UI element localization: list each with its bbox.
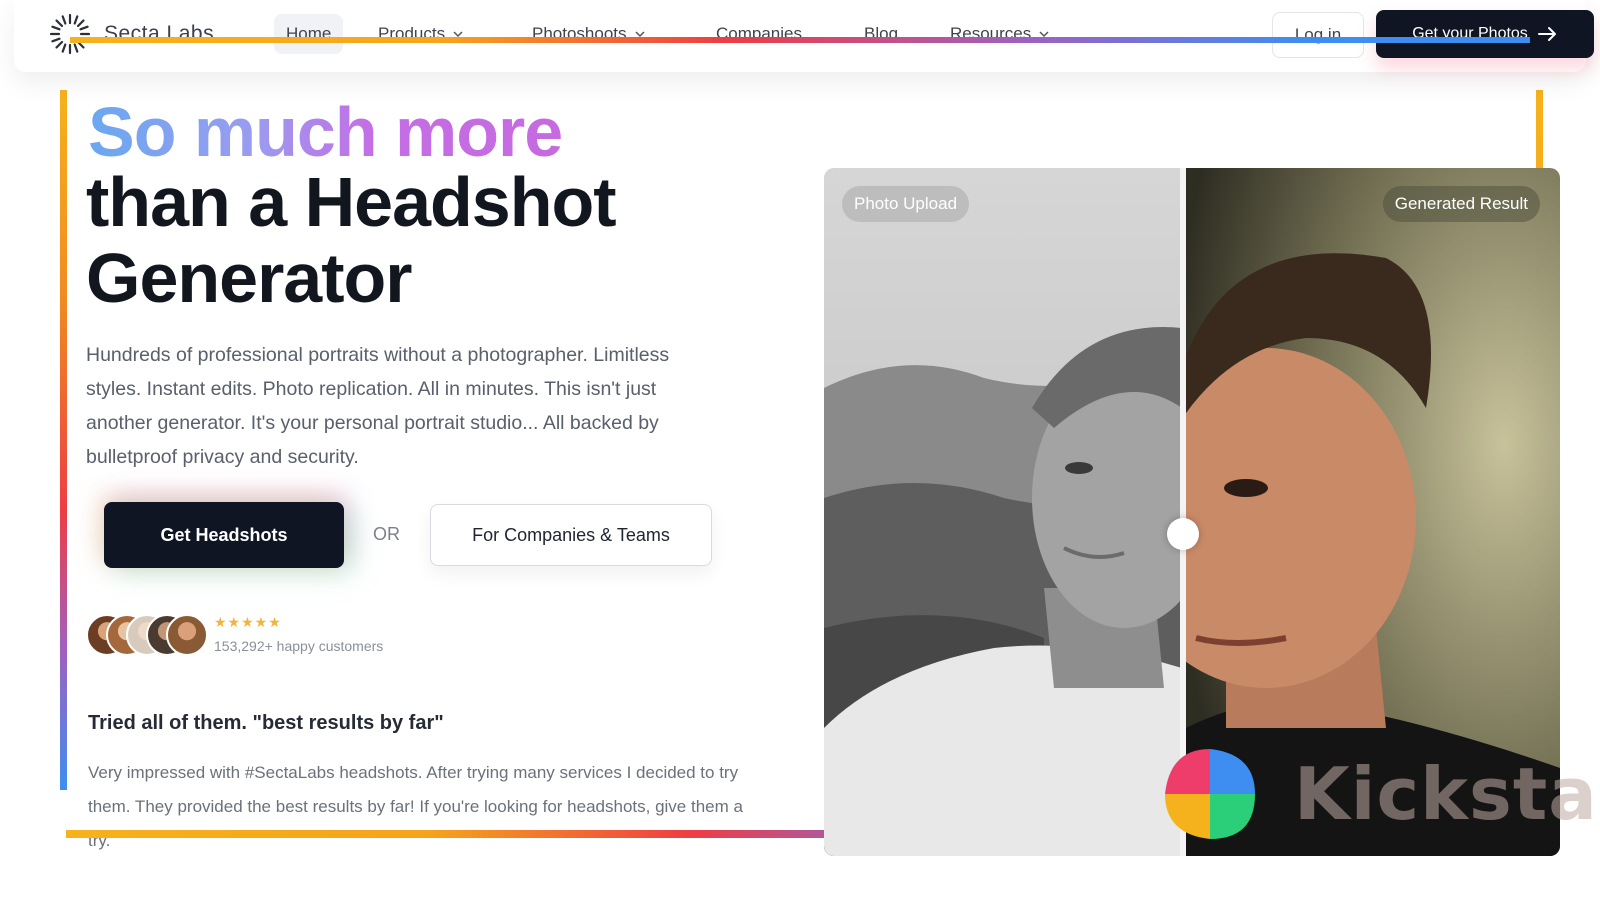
kicksta-pinwheel-icon: [1165, 749, 1255, 839]
nav-home[interactable]: Home: [274, 14, 344, 54]
sunburst-logo-icon: [49, 13, 91, 55]
photo-upload-image: [824, 168, 1182, 856]
gradient-line-top: [70, 37, 1530, 43]
photo-upload-tag: Photo Upload: [842, 186, 970, 222]
customer-avatars: [86, 614, 210, 658]
headline-main: than a Headshot Generator: [86, 164, 786, 316]
or-separator: OR: [373, 524, 400, 544]
nav-photoshoots[interactable]: Photoshoots: [520, 14, 657, 54]
rating-stars: ★★★★★: [214, 614, 282, 630]
top-navbar: Secta Labs Home Products Photoshoots Com…: [14, 0, 1594, 72]
brand-logo[interactable]: Secta Labs: [48, 12, 214, 56]
headline-gradient: So much more: [88, 93, 563, 171]
nav-companies[interactable]: Companies: [704, 14, 814, 54]
gradient-frame-left: [60, 90, 67, 790]
comparison-slider-handle[interactable]: [1167, 518, 1199, 550]
hero-description: Hundreds of professional portraits witho…: [86, 344, 670, 468]
get-your-photos-button[interactable]: Get your Photos: [1376, 10, 1594, 58]
watermark-text: Kicksta: [1294, 752, 1598, 836]
customer-count: 153,292+ happy customers: [214, 638, 384, 654]
headline-line-2: than a Headshot: [86, 163, 617, 241]
headline-line-3: Generator: [86, 239, 413, 317]
kicksta-watermark: Kicksta: [1160, 744, 1598, 844]
get-headshots-button[interactable]: Get Headshots: [104, 502, 344, 568]
nav-products[interactable]: Products: [366, 14, 475, 54]
arrow-right-icon: [1537, 27, 1556, 41]
nav-blog[interactable]: Blog: [852, 14, 910, 54]
testimonial-title: Tried all of them. "best results by far": [88, 712, 444, 734]
nav-resources[interactable]: Resources: [938, 14, 1061, 54]
login-button[interactable]: Log in: [1272, 12, 1364, 58]
for-companies-teams-button[interactable]: For Companies & Teams: [430, 504, 712, 566]
generated-result-tag: Generated Result: [1382, 186, 1540, 222]
avatar: [166, 614, 208, 656]
